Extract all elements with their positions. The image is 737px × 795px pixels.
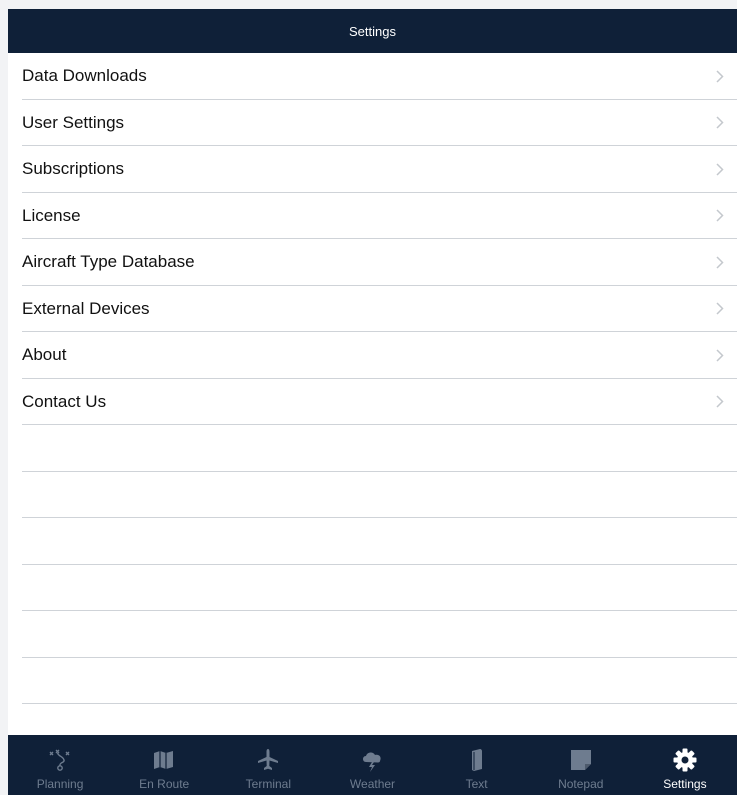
empty-list-row bbox=[8, 565, 737, 612]
empty-list-row bbox=[8, 518, 737, 565]
chevron-right-icon bbox=[713, 255, 727, 269]
tab-label: En Route bbox=[139, 777, 190, 791]
book-icon bbox=[464, 747, 490, 773]
tab-planning[interactable]: Planning bbox=[15, 739, 105, 791]
settings-item-label: Subscriptions bbox=[22, 159, 125, 179]
tab-text[interactable]: Text bbox=[432, 739, 522, 791]
tab-label: Settings bbox=[663, 777, 707, 791]
tab-en-route[interactable]: En Route bbox=[119, 739, 209, 791]
empty-list-row bbox=[8, 658, 737, 705]
planning-icon bbox=[47, 747, 73, 773]
gear-icon bbox=[672, 747, 698, 773]
tab-settings[interactable]: Settings bbox=[640, 739, 730, 791]
chevron-right-icon bbox=[713, 348, 727, 362]
settings-item-subscriptions[interactable]: Subscriptions bbox=[8, 146, 737, 193]
empty-list-row bbox=[8, 611, 737, 658]
empty-list-row bbox=[8, 425, 737, 472]
settings-item-license[interactable]: License bbox=[8, 193, 737, 240]
settings-item-label: Data Downloads bbox=[22, 66, 147, 86]
settings-item-contact-us[interactable]: Contact Us bbox=[8, 379, 737, 426]
settings-item-about[interactable]: About bbox=[8, 332, 737, 379]
chevron-right-icon bbox=[713, 116, 727, 130]
airplane-icon bbox=[255, 747, 281, 773]
map-icon bbox=[151, 747, 177, 773]
settings-item-label: Contact Us bbox=[22, 391, 107, 411]
settings-item-label: Aircraft Type Database bbox=[22, 252, 195, 272]
settings-item-user-settings[interactable]: User Settings bbox=[8, 100, 737, 147]
tab-weather[interactable]: Weather bbox=[327, 739, 417, 791]
tab-label: Weather bbox=[349, 777, 396, 791]
tab-label: Planning bbox=[36, 777, 84, 791]
tab-notepad[interactable]: Notepad bbox=[536, 739, 626, 791]
chevron-right-icon bbox=[713, 302, 727, 316]
settings-item-label: User Settings bbox=[22, 112, 125, 132]
tab-label: Text bbox=[465, 777, 488, 791]
chevron-right-icon bbox=[713, 69, 727, 83]
page-title: Settings bbox=[349, 23, 396, 39]
tab-bar: Planning En Route Terminal Weather Text … bbox=[8, 735, 737, 795]
chevron-right-icon bbox=[713, 209, 727, 223]
tab-label: Terminal bbox=[245, 777, 292, 791]
tab-terminal[interactable]: Terminal bbox=[223, 739, 313, 791]
chevron-right-icon bbox=[713, 395, 727, 409]
empty-list-row bbox=[8, 472, 737, 519]
nav-bar: Settings bbox=[8, 9, 737, 53]
settings-item-label: External Devices bbox=[22, 298, 150, 318]
settings-list: Data Downloads User Settings Subscriptio… bbox=[8, 53, 737, 704]
settings-item-label: About bbox=[22, 345, 67, 365]
settings-item-external-devices[interactable]: External Devices bbox=[8, 286, 737, 333]
settings-item-label: License bbox=[22, 205, 81, 225]
tab-label: Notepad bbox=[558, 777, 604, 791]
app-frame: Settings Data Downloads User Settings Su… bbox=[8, 9, 737, 795]
settings-item-data-downloads[interactable]: Data Downloads bbox=[8, 53, 737, 100]
notepad-icon bbox=[568, 747, 594, 773]
chevron-right-icon bbox=[713, 162, 727, 176]
storm-cloud-icon bbox=[359, 747, 385, 773]
settings-item-aircraft-type-database[interactable]: Aircraft Type Database bbox=[8, 239, 737, 286]
